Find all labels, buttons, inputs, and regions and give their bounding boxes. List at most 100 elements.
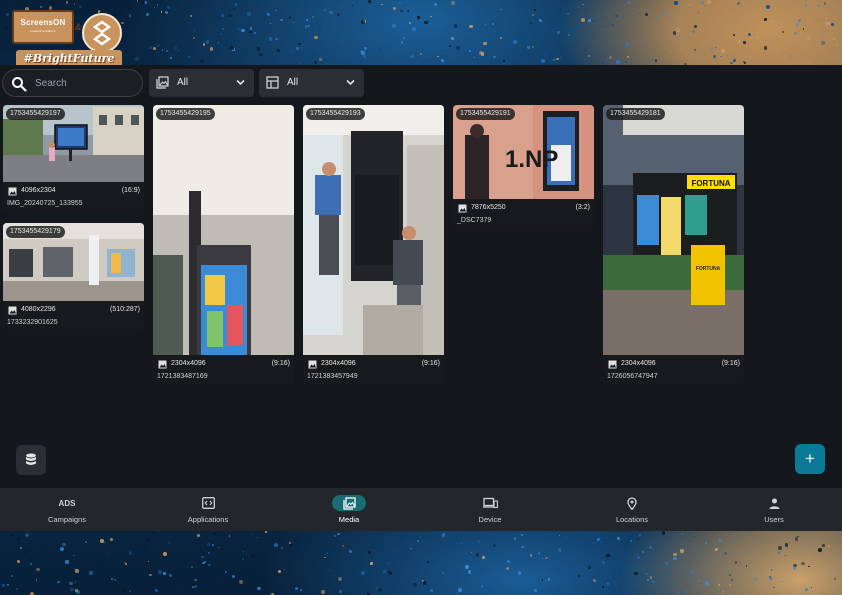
paint-speck xyxy=(232,7,236,11)
nav-item-device[interactable]: Device xyxy=(423,488,557,531)
paint-speck xyxy=(552,25,556,30)
paint-speck xyxy=(192,586,194,588)
media-toolbar: Search All All xyxy=(0,68,842,98)
paint-speck xyxy=(820,40,825,45)
paint-speck xyxy=(29,562,32,566)
media-card[interactable]: 1753455429195 2304x4096 (9:16) 172138348… xyxy=(153,105,294,385)
paint-speck xyxy=(242,557,245,560)
paint-speck xyxy=(110,537,114,541)
paint-speck xyxy=(194,578,197,582)
paint-speck xyxy=(89,571,93,576)
paint-speck xyxy=(626,42,630,46)
paint-speck xyxy=(609,55,613,60)
paint-speck xyxy=(736,1,741,6)
media-meta: 7876x5250 (3:2) _DSC7379 xyxy=(453,199,594,229)
paint-speck xyxy=(606,582,610,586)
paint-speck xyxy=(710,47,714,50)
paint-speck xyxy=(605,29,607,31)
paint-speck xyxy=(60,547,64,551)
paint-speck xyxy=(65,560,69,564)
paint-speck xyxy=(36,579,38,581)
paint-speck xyxy=(496,17,498,19)
media-id-badge: 1753455429181 xyxy=(606,108,665,120)
media-aspect-ratio: (9:16) xyxy=(421,360,440,367)
paint-speck xyxy=(547,577,551,581)
paint-speck xyxy=(763,46,768,51)
paint-speck xyxy=(505,38,507,40)
paint-speck xyxy=(832,37,836,41)
paint-speck xyxy=(148,45,152,50)
paint-speck xyxy=(428,20,431,23)
paint-speck xyxy=(275,37,278,41)
paint-speck xyxy=(588,18,591,22)
paint-speck xyxy=(219,32,222,35)
paint-speck xyxy=(106,553,108,555)
paint-speck xyxy=(254,32,257,35)
paint-speck xyxy=(729,61,733,65)
paint-speck xyxy=(402,36,406,40)
paint-speck xyxy=(234,3,238,6)
paint-speck xyxy=(218,546,221,549)
nav-item-media[interactable]: Media xyxy=(282,488,416,531)
media-resolution: 2304x4096 xyxy=(321,360,356,367)
nav-item-applications[interactable]: Applications xyxy=(141,488,275,531)
paint-speck xyxy=(835,43,838,46)
paint-speck xyxy=(304,24,308,28)
media-card[interactable]: 1753455429197 4096x2304 (16:9) IMG_20240… xyxy=(3,105,144,212)
paint-speck xyxy=(719,539,722,542)
paint-speck xyxy=(298,42,301,46)
paint-speck xyxy=(424,20,428,25)
paint-speck xyxy=(754,576,758,581)
search-placeholder: Search xyxy=(35,78,67,89)
paint-speck xyxy=(734,561,737,564)
paint-speck xyxy=(119,560,122,563)
paint-speck xyxy=(250,553,255,558)
search-input[interactable]: Search xyxy=(2,69,143,97)
paint-speck xyxy=(527,45,531,49)
add-media-button[interactable]: + xyxy=(795,444,825,474)
paint-speck xyxy=(11,574,14,577)
media-card[interactable]: 1753455429179 4080x2296 (510:287) 173323… xyxy=(3,223,144,331)
media-card[interactable]: 1753455429193 2304x4096 (9:16) 172138345… xyxy=(303,105,444,385)
paint-speck xyxy=(437,55,439,58)
paint-speck xyxy=(247,11,252,16)
media-thumbnail: FORTUNA FORTUNA xyxy=(603,105,744,355)
paint-speck xyxy=(625,60,628,63)
paint-speck xyxy=(600,541,602,543)
paint-speck xyxy=(278,548,282,552)
paint-speck xyxy=(533,588,537,592)
media-resolution: 2304x4096 xyxy=(621,360,656,367)
nav-item-users[interactable]: Users xyxy=(707,488,841,531)
paint-speck xyxy=(50,1,55,5)
paint-speck xyxy=(360,570,365,575)
media-card[interactable]: FORTUNA FORTUNA 1753455429181 2304x4096 … xyxy=(603,105,744,385)
paint-speck xyxy=(128,590,131,593)
media-card[interactable]: 1.NP 1753455429191 7876x5250 (3:2) _DSC7… xyxy=(453,105,594,229)
paint-speck xyxy=(202,42,206,46)
paint-speck xyxy=(145,12,149,16)
media-type-filter[interactable]: All xyxy=(149,69,254,97)
nav-item-campaigns[interactable]: ADS Campaigns xyxy=(0,488,134,531)
paint-speck xyxy=(153,47,157,50)
paint-speck xyxy=(704,4,706,6)
paint-speck xyxy=(469,24,473,28)
paint-speck xyxy=(361,51,365,55)
paint-speck xyxy=(7,583,10,586)
paint-speck xyxy=(281,547,283,549)
storage-button[interactable] xyxy=(16,445,46,475)
paint-speck xyxy=(729,583,732,586)
layout-filter[interactable]: All xyxy=(259,69,364,97)
paint-speck xyxy=(744,532,746,534)
paint-speck xyxy=(294,539,297,542)
paint-speck xyxy=(249,31,252,34)
paint-speck xyxy=(633,571,638,576)
paint-speck xyxy=(298,62,301,65)
bottom-navigation: ADS Campaigns Applications Media Device xyxy=(0,488,842,531)
nav-item-locations[interactable]: Locations xyxy=(565,488,699,531)
paint-speck xyxy=(197,533,200,537)
paint-speck xyxy=(451,1,455,5)
paint-speck xyxy=(701,1,705,5)
paint-speck xyxy=(718,584,721,587)
paint-speck xyxy=(100,539,104,543)
paint-speck xyxy=(742,41,746,44)
